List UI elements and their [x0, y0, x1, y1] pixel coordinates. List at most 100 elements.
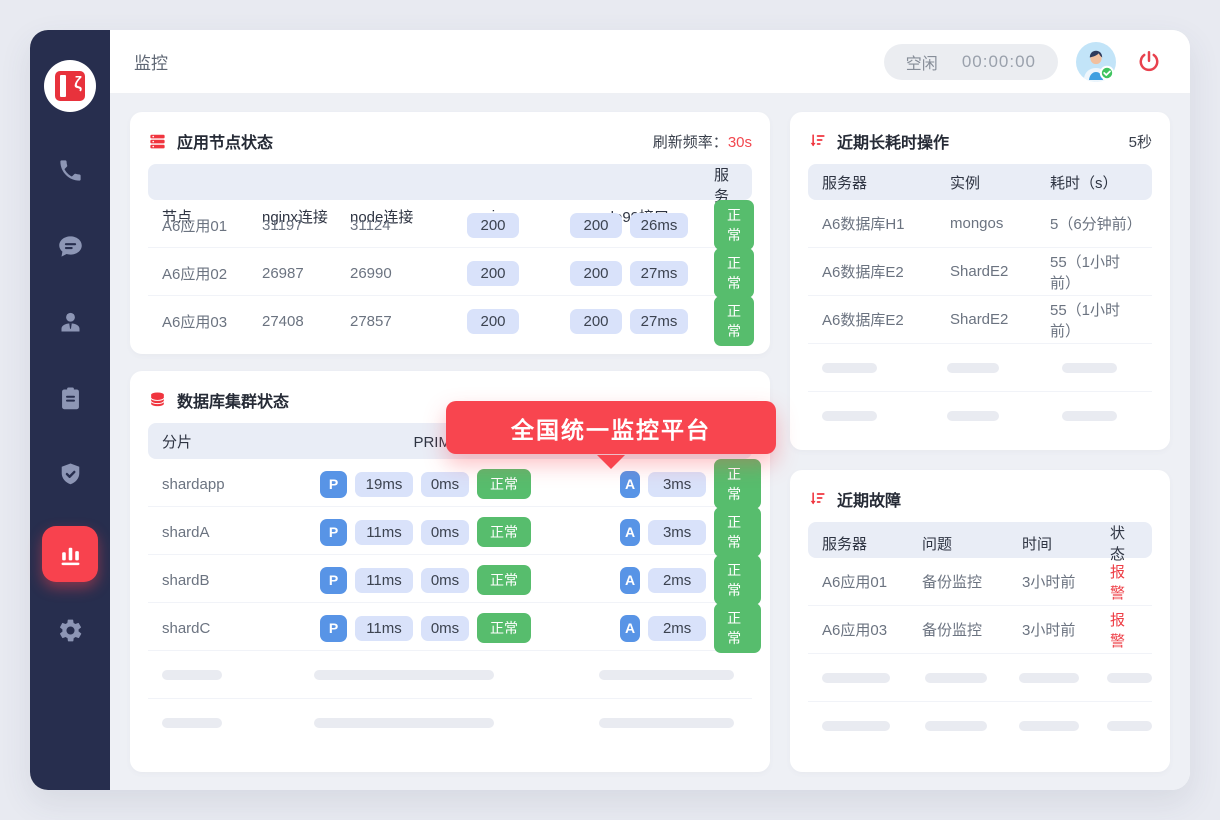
- panel-recent-failures: 近期故障 服务器 问题 时间 状态 A6应用01 备份监控 3小时前 报警: [790, 470, 1170, 772]
- logo-icon: [55, 71, 85, 101]
- cell-nginx-conn: 31197: [262, 217, 350, 234]
- node99-code-pill: 200: [570, 261, 622, 286]
- status-badge: 正常: [477, 469, 531, 499]
- idle-label: 空闲: [906, 50, 938, 74]
- node99-code-pill: 200: [570, 213, 622, 238]
- sort-desc-icon: [808, 490, 827, 509]
- sidebar-item-messages[interactable]: [46, 222, 94, 270]
- status-badge: 正常: [477, 517, 531, 547]
- col-instance: 实例: [950, 172, 1050, 193]
- table-row: shardB P11ms0ms正常 A2ms正常: [148, 555, 752, 603]
- status-badge: 正常: [714, 296, 754, 346]
- skeleton-row: [148, 651, 752, 699]
- status-badge: 正常: [714, 507, 761, 557]
- status-badge: 正常: [714, 248, 754, 298]
- table-header: 服务器 问题 时间 状态: [808, 522, 1152, 558]
- node99-latency-pill: 27ms: [630, 309, 688, 334]
- cell-time: 3小时前: [1022, 619, 1110, 640]
- latency-pill: 19ms: [355, 472, 413, 497]
- alert-status: 报警: [1110, 609, 1138, 651]
- node99-code-pill: 200: [570, 309, 622, 334]
- shield-icon: [57, 461, 84, 488]
- latency-pill: 0ms: [421, 616, 469, 641]
- cell-node-conn: 26990: [350, 265, 442, 282]
- arbiter-badge: A: [620, 519, 640, 546]
- user-icon: [57, 309, 84, 336]
- power-icon: [1136, 49, 1162, 75]
- nginx-code-pill: 200: [467, 261, 519, 286]
- skeleton-row: [808, 392, 1152, 440]
- sidebar-item-monitoring[interactable]: [42, 526, 98, 582]
- sidebar-item-phone[interactable]: [46, 146, 94, 194]
- cell-cost: 55（1小时前）: [1050, 251, 1138, 293]
- cell-server: A6数据库H1: [822, 213, 950, 234]
- refresh-value: 30s: [728, 134, 752, 151]
- cell-server: A6数据库E2: [822, 309, 950, 330]
- alert-status: 报警: [1110, 561, 1138, 603]
- col-server: 服务器: [822, 533, 922, 554]
- sidebar-item-contacts[interactable]: [46, 298, 94, 346]
- cell-server: A6数据库E2: [822, 261, 950, 282]
- latency-pill: 11ms: [355, 568, 413, 593]
- status-badge: 正常: [477, 565, 531, 595]
- arbiter-badge: A: [620, 471, 640, 498]
- cell-shard: shardC: [162, 620, 320, 637]
- table-row: A6应用03 27408 27857 200 20027ms 正常: [148, 296, 752, 344]
- bar-chart-icon: [57, 541, 84, 568]
- power-button[interactable]: [1134, 47, 1164, 77]
- table-row: shardC P11ms0ms正常 A2ms正常: [148, 603, 752, 651]
- table-row: A6数据库E2 ShardE2 55（1小时前）: [808, 248, 1152, 296]
- cell-nginx-conn: 26987: [262, 265, 350, 282]
- cell-shard: shardB: [162, 572, 320, 589]
- sidebar-item-tasks[interactable]: [46, 374, 94, 422]
- cell-nginx-conn: 27408: [262, 313, 350, 330]
- clipboard-icon: [57, 385, 84, 412]
- col-shard: 分片: [162, 431, 320, 452]
- cell-server: A6应用01: [822, 571, 922, 592]
- panel-app-node-status: 应用节点状态 刷新频率：30s 节点 nginx连接 node连接 nginx …: [130, 112, 770, 354]
- status-badge: 正常: [714, 459, 761, 509]
- user-avatar[interactable]: [1076, 42, 1116, 82]
- cell-cost: 55（1小时前）: [1050, 299, 1138, 341]
- phone-icon: [57, 157, 84, 184]
- chat-icon: [57, 233, 84, 260]
- cell-issue: 备份监控: [922, 619, 1022, 640]
- col-time: 时间: [1022, 533, 1110, 554]
- sidebar-item-settings[interactable]: [46, 606, 94, 654]
- skeleton-row: [148, 699, 752, 747]
- refresh-label: 刷新频率：: [653, 134, 728, 151]
- node99-latency-pill: 27ms: [630, 261, 688, 286]
- col-issue: 问题: [922, 533, 1022, 554]
- latency-pill: 2ms: [648, 568, 706, 593]
- table-row: A6应用03 备份监控 3小时前 报警: [808, 606, 1152, 654]
- cell-instance: ShardE2: [950, 311, 1050, 328]
- latency-pill: 3ms: [648, 520, 706, 545]
- cell-node: A6应用02: [162, 263, 262, 284]
- table-row: shardapp P19ms0ms正常 A3ms正常: [148, 459, 752, 507]
- sidebar: [30, 30, 110, 790]
- panel-title: 应用节点状态: [177, 129, 273, 153]
- table-header: 服务器 实例 耗时（s）: [808, 164, 1152, 200]
- col-status: 状态: [1110, 522, 1138, 564]
- status-badge: 正常: [714, 200, 754, 250]
- idle-status-pill: 空闲 00:00:00: [884, 44, 1058, 80]
- sidebar-item-security[interactable]: [46, 450, 94, 498]
- primary-badge: P: [320, 615, 347, 642]
- status-badge: 正常: [477, 613, 531, 643]
- sort-desc-icon: [808, 132, 827, 151]
- main-area: 监控 空闲 00:00:00: [110, 30, 1190, 790]
- cell-cost: 5（6分钟前）: [1050, 213, 1138, 234]
- cell-node: A6应用03: [162, 311, 262, 332]
- skeleton-row: [808, 654, 1152, 702]
- nginx-code-pill: 200: [467, 309, 519, 334]
- col-cost: 耗时（s）: [1050, 172, 1138, 193]
- tooltip-text: 全国统一监控平台: [511, 411, 711, 445]
- gear-icon: [57, 617, 84, 644]
- panel-long-operations: 近期长耗时操作 5秒 服务器 实例 耗时（s） A6数据库H1 mongos 5…: [790, 112, 1170, 450]
- database-icon: [148, 391, 167, 410]
- panel-title: 近期长耗时操作: [837, 129, 949, 153]
- cell-instance: ShardE2: [950, 263, 1050, 280]
- refresh-rate: 刷新频率：30s: [653, 131, 752, 152]
- table-row: shardA P11ms0ms正常 A3ms正常: [148, 507, 752, 555]
- arbiter-badge: A: [620, 567, 640, 594]
